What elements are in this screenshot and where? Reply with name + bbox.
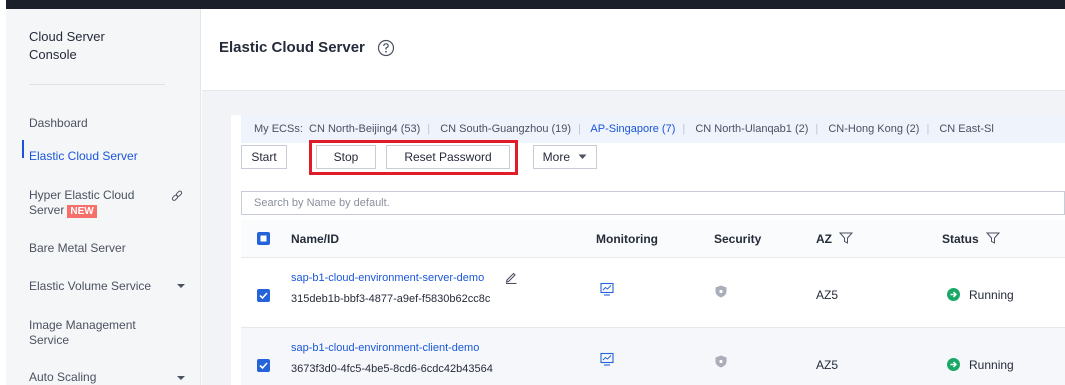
running-status-icon: [947, 288, 960, 301]
help-icon[interactable]: [377, 39, 395, 57]
select-all-checkbox[interactable]: [257, 232, 270, 245]
console-title: Cloud Server Console: [29, 29, 105, 62]
region-beijing4[interactable]: CN North-Beijing4 (53): [309, 123, 420, 135]
shield-icon[interactable]: [715, 355, 727, 368]
column-header-status-label: Status: [942, 232, 979, 246]
instance-id: 315deb1b-bbf3-4877-a9ef-f5830b62cc8c: [291, 293, 491, 305]
column-header-status: Status: [942, 232, 1001, 246]
monitoring-icon[interactable]: [600, 282, 614, 296]
status-value: Running: [969, 358, 1014, 372]
sidebar-active-indicator: [22, 140, 24, 158]
column-header-security: Security: [714, 232, 762, 246]
sidebar-item-bare-metal-server[interactable]: Bare Metal Server: [29, 241, 189, 256]
region-ulanqab1[interactable]: CN North-Ulanqab1 (2): [695, 123, 808, 135]
page-header: Elastic Cloud Server: [202, 9, 1065, 91]
column-header-name: Name/ID: [291, 232, 340, 246]
sidebar-divider: [29, 84, 165, 85]
az-value: AZ5: [816, 288, 839, 302]
status-value: Running: [969, 288, 1014, 302]
top-bar: [0, 0, 1065, 9]
row-checkbox[interactable]: [257, 289, 270, 302]
az-value: AZ5: [816, 358, 839, 372]
highlight-annotation-box: [309, 140, 518, 175]
row-checkbox[interactable]: [257, 359, 270, 372]
column-header-az-label: AZ: [816, 232, 832, 246]
link-icon[interactable]: [170, 190, 184, 204]
column-header-monitoring: Monitoring: [596, 232, 658, 246]
new-badge: NEW: [67, 205, 97, 218]
sidebar-item-elastic-cloud-server[interactable]: Elastic Cloud Server: [29, 149, 189, 164]
region-guangzhou[interactable]: CN South-Guangzhou (19): [440, 123, 571, 135]
region-singapore[interactable]: AP-Singapore (7): [590, 123, 675, 135]
table-header: Name/ID Monitoring Security AZ Status: [241, 220, 1065, 258]
column-header-az: AZ: [816, 232, 854, 246]
instance-name-link[interactable]: sap-b1-cloud-environment-client-demo: [291, 342, 479, 354]
region-bar: My ECSs: CN North-Beijing4 (53) | CN Sout…: [241, 115, 1065, 143]
more-button[interactable]: More: [533, 145, 597, 169]
sidebar-item-image-management-service[interactable]: Image Management Service: [29, 318, 149, 348]
region-prefix: My ECSs:: [254, 123, 303, 135]
running-status-icon: [947, 358, 960, 371]
sidebar-item-dashboard[interactable]: Dashboard: [29, 116, 189, 131]
monitoring-icon[interactable]: [600, 352, 614, 366]
search-input[interactable]: Search by Name by default.: [241, 191, 1065, 215]
region-east[interactable]: CN East-Sl: [939, 123, 993, 135]
instance-id: 3673f3d0-4fc5-4be5-8cd6-6cdc42b43564: [291, 363, 493, 375]
shield-icon[interactable]: [715, 285, 727, 298]
chevron-down-icon: [578, 154, 587, 159]
instance-name-link[interactable]: sap-b1-cloud-environment-server-demo: [291, 272, 484, 284]
table-row[interactable]: sap-b1-cloud-environment-server-demo 315…: [241, 258, 1065, 328]
sidebar-item-hyper-elastic-cloud-server[interactable]: Hyper Elastic Cloud Server NEW: [29, 188, 149, 218]
start-button[interactable]: Start: [241, 145, 287, 169]
filter-icon[interactable]: [985, 232, 1001, 244]
edit-icon[interactable]: [504, 270, 518, 284]
chevron-down-icon[interactable]: [176, 374, 186, 382]
chevron-down-icon[interactable]: [176, 282, 186, 290]
sidebar-item-auto-scaling[interactable]: Auto Scaling: [29, 370, 189, 385]
page-title: Elastic Cloud Server: [219, 39, 365, 56]
region-hong-kong[interactable]: CN-Hong Kong (2): [828, 123, 919, 135]
more-button-label: More: [542, 150, 570, 164]
table-row[interactable]: sap-b1-cloud-environment-client-demo 367…: [241, 328, 1065, 385]
filter-icon[interactable]: [839, 232, 854, 244]
sidebar-item-elastic-volume-service[interactable]: Elastic Volume Service: [29, 279, 189, 294]
